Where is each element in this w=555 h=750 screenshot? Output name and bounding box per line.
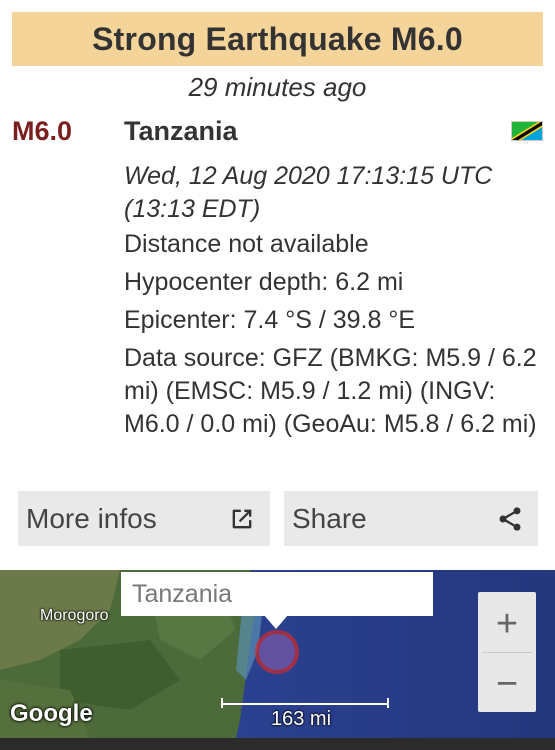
more-infos-label: More infos xyxy=(26,502,157,534)
map-tooltip-tail xyxy=(264,615,288,629)
map-tooltip-label: Tanzania xyxy=(132,580,233,608)
more-infos-button[interactable]: More infos xyxy=(18,491,270,546)
page-title: Strong Earthquake M6.0 xyxy=(92,20,463,57)
open-external-icon xyxy=(228,505,256,533)
title-banner: Strong Earthquake M6.0 xyxy=(12,12,543,66)
share-button[interactable]: Share xyxy=(284,491,538,546)
zoom-in-button[interactable]: + xyxy=(478,595,536,653)
magnitude-label: M6.0 xyxy=(12,116,73,146)
navigation-bar xyxy=(0,738,555,750)
data-source-text: Data source: GFZ (BMKG: M5.9 / 6.2 mi) (… xyxy=(124,344,537,438)
epicenter-text: Epicenter: 7.4 °S / 39.8 °E xyxy=(124,306,415,334)
google-logo: Google xyxy=(10,700,93,727)
zoom-divider xyxy=(482,652,532,653)
zoom-out-icon: − xyxy=(495,662,519,705)
share-label: Share xyxy=(292,502,367,534)
epicenter-marker xyxy=(255,630,299,674)
datetime: Wed, 12 Aug 2020 17:13:15 UTC (13:13 EDT… xyxy=(124,160,544,226)
datetime-local: (13:13 EDT) xyxy=(124,195,261,223)
tanzania-flag-icon xyxy=(511,121,543,141)
zoom-in-icon: + xyxy=(495,602,519,645)
time-ago: 29 minutes ago xyxy=(188,72,367,102)
zoom-out-button[interactable]: − xyxy=(478,655,536,713)
region-name: Tanzania xyxy=(124,116,238,146)
map-tooltip[interactable]: Tanzania xyxy=(121,572,433,616)
city-label: Morogoro xyxy=(40,607,109,624)
share-icon xyxy=(496,505,524,533)
datetime-utc: Wed, 12 Aug 2020 17:13:15 UTC xyxy=(124,162,493,190)
quake-details: Wed, 12 Aug 2020 17:13:15 UTC (13:13 EDT… xyxy=(124,160,544,446)
depth-text: Hypocenter depth: 6.2 mi xyxy=(124,268,404,296)
distance-text: Distance not available xyxy=(124,230,369,258)
map-scale: 163 mi xyxy=(271,708,332,730)
